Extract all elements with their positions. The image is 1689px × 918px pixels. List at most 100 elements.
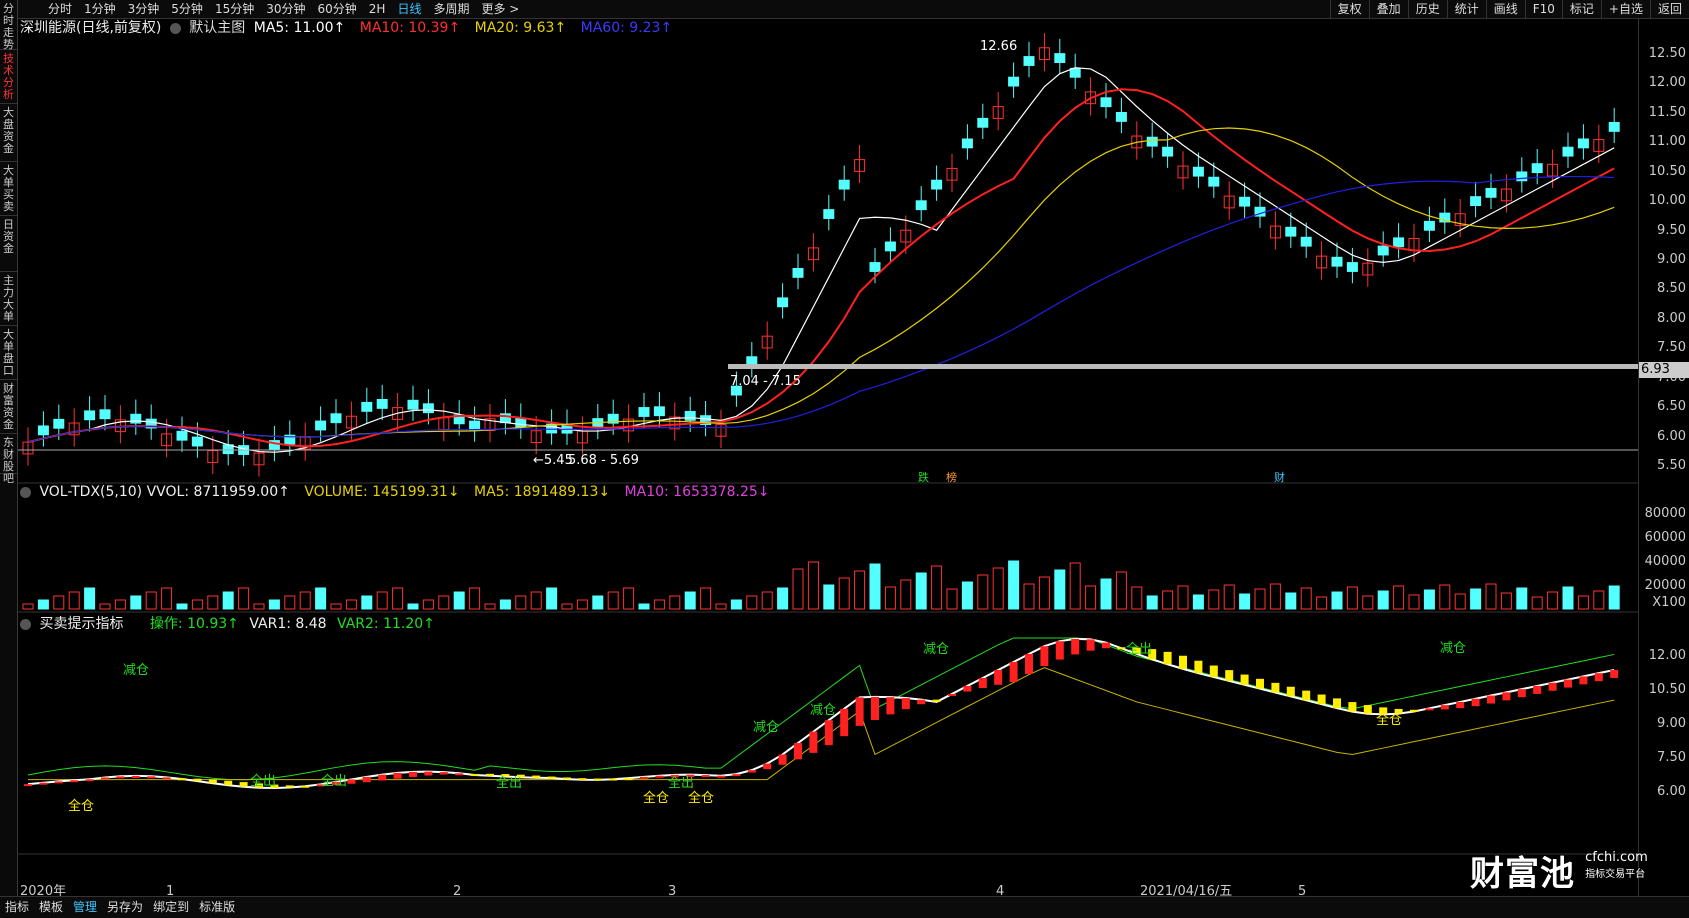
period-tab-0[interactable]: 分时	[42, 0, 78, 18]
ind-bar	[1533, 685, 1542, 694]
ind-var1: VAR1: 8.48	[249, 616, 327, 632]
volume-bar	[515, 595, 527, 610]
bottom-tab-3[interactable]: 另存为	[102, 897, 148, 918]
volume-bar	[807, 561, 819, 610]
bottom-tab-2[interactable]: 管理	[68, 897, 102, 918]
period-tab-5[interactable]: 30分钟	[260, 0, 311, 18]
candle-body	[1377, 245, 1389, 256]
tool-button-1[interactable]: 叠加	[1368, 0, 1408, 18]
signal-label-10: 全仓	[68, 798, 94, 814]
volume-bar	[1470, 588, 1482, 610]
ind-bar	[24, 784, 32, 787]
y-axis: 12.50 12.00 11.50 11.00 10.50 10.00 9.50 9.00 8.…	[1638, 19, 1689, 915]
volume-bar	[114, 599, 126, 610]
ind-bar	[871, 696, 879, 720]
price-tick-13: 6.00	[1657, 429, 1686, 444]
bottom-tab-0[interactable]: 指标	[0, 897, 34, 918]
volume-bar	[1562, 586, 1574, 610]
volume-bar	[638, 603, 650, 610]
ind-bar	[747, 770, 756, 773]
bottom-tab-4[interactable]: 绑定到	[148, 897, 194, 918]
period-tab-10[interactable]: 更多 >	[475, 0, 525, 18]
settings-gear-icon[interactable]	[169, 22, 181, 34]
ind-bar	[840, 708, 849, 737]
tool-button-3[interactable]: 统计	[1446, 0, 1486, 18]
sidebar-tab-7[interactable]: 财富资金	[0, 380, 17, 434]
sidebar-tab-4[interactable]: 日资金	[0, 216, 17, 272]
ind-bar	[70, 780, 79, 783]
ind-bar	[1425, 708, 1434, 711]
sidebar-tab-3[interactable]: 大单买卖	[0, 162, 17, 216]
period-tab-9[interactable]: 多周期	[427, 0, 475, 18]
candle-body	[1562, 146, 1574, 157]
tool-button-4[interactable]: 画线	[1485, 0, 1525, 18]
ind-bar	[1610, 669, 1619, 678]
tool-button-6[interactable]: 标记	[1561, 0, 1601, 18]
period-tab-2[interactable]: 3分钟	[122, 0, 166, 18]
period-tab-4[interactable]: 15分钟	[209, 0, 260, 18]
volume-bar	[484, 603, 496, 610]
sidebar-tab-1[interactable]: 技术分析	[0, 50, 17, 104]
tool-button-0[interactable]: 复权	[1329, 0, 1369, 18]
sidebar-tab-6[interactable]: 大单盘口	[0, 326, 17, 380]
ind-bar	[948, 693, 956, 696]
candle-body	[838, 179, 850, 190]
period-tab-1[interactable]: 1分钟	[78, 0, 122, 18]
volume-bar	[284, 595, 296, 610]
candle-body	[1577, 138, 1589, 149]
ind-bar	[1564, 679, 1572, 688]
price-tick-3: 11.00	[1648, 134, 1686, 149]
indicator-settings-icon[interactable]	[20, 618, 31, 630]
ind-bar	[470, 773, 479, 776]
ind-bar	[486, 773, 494, 776]
volume-bar	[161, 587, 173, 610]
sidebar-tab-5[interactable]: 主力大单	[0, 272, 17, 326]
volume-bar	[854, 570, 866, 610]
volume-bar	[1300, 587, 1312, 610]
bottom-tab-5[interactable]: 标准版	[194, 897, 240, 918]
ind-bar	[239, 782, 248, 787]
candle-body	[1146, 136, 1158, 147]
ind-bar	[1194, 660, 1203, 674]
bottom-toolbar: 指标 模板 管理 另存为 绑定到 标准版	[0, 896, 1689, 918]
period-tab-3[interactable]: 5分钟	[165, 0, 209, 18]
volume-bar	[576, 599, 588, 610]
ind-bar	[1086, 639, 1095, 651]
volume-bar	[99, 603, 111, 610]
volume-bar	[561, 603, 573, 610]
candle-body	[931, 179, 943, 190]
volume-bar	[653, 599, 665, 610]
volume-tick-4: X100	[1652, 595, 1686, 610]
period-tab-6[interactable]: 60分钟	[312, 0, 363, 18]
signal-label-13: 全仓	[1376, 712, 1402, 728]
ind-bar	[1363, 705, 1372, 714]
volume-settings-icon[interactable]	[20, 486, 31, 498]
tool-button-7[interactable]: +自选	[1600, 0, 1650, 18]
sidebar-tab-8[interactable]: 东财股吧	[0, 434, 17, 485]
mid-range-label: 7.04 - 7.15	[730, 374, 801, 389]
price-tick-12: 6.50	[1657, 399, 1686, 414]
volume-bar	[130, 595, 142, 610]
volume-bar	[777, 587, 789, 610]
volume-bar	[684, 591, 696, 610]
candle-body	[469, 420, 481, 431]
volume-bar	[176, 603, 188, 610]
vol-ma10: MA10: 1653378.25↓	[624, 484, 770, 500]
ind-bar	[54, 781, 63, 784]
tool-button-5[interactable]: F10	[1524, 0, 1562, 18]
sidebar-tab-2[interactable]: 大盘资金	[0, 104, 17, 162]
kline-chart[interactable]: 12.66←5.455.68 - 5.697.04 - 7.15跌榜财减仓减仓减…	[18, 19, 1638, 899]
bottom-tab-1[interactable]: 模板	[34, 897, 68, 918]
candle-body	[1208, 176, 1220, 187]
volume-bar	[592, 595, 604, 610]
period-tab-7[interactable]: 2H	[363, 0, 392, 18]
template-label[interactable]: 默认主图	[189, 20, 245, 36]
sidebar-tab-0[interactable]: 分时走势	[0, 0, 17, 51]
tool-button-8[interactable]: 返回	[1649, 0, 1689, 18]
ind-bar	[824, 720, 833, 746]
period-tab-8[interactable]: 日线	[391, 0, 427, 18]
ind-bar	[1487, 695, 1495, 704]
tool-button-2[interactable]: 历史	[1407, 0, 1447, 18]
volume-bar	[361, 595, 373, 610]
low-range-label: 5.68 - 5.69	[568, 453, 639, 468]
